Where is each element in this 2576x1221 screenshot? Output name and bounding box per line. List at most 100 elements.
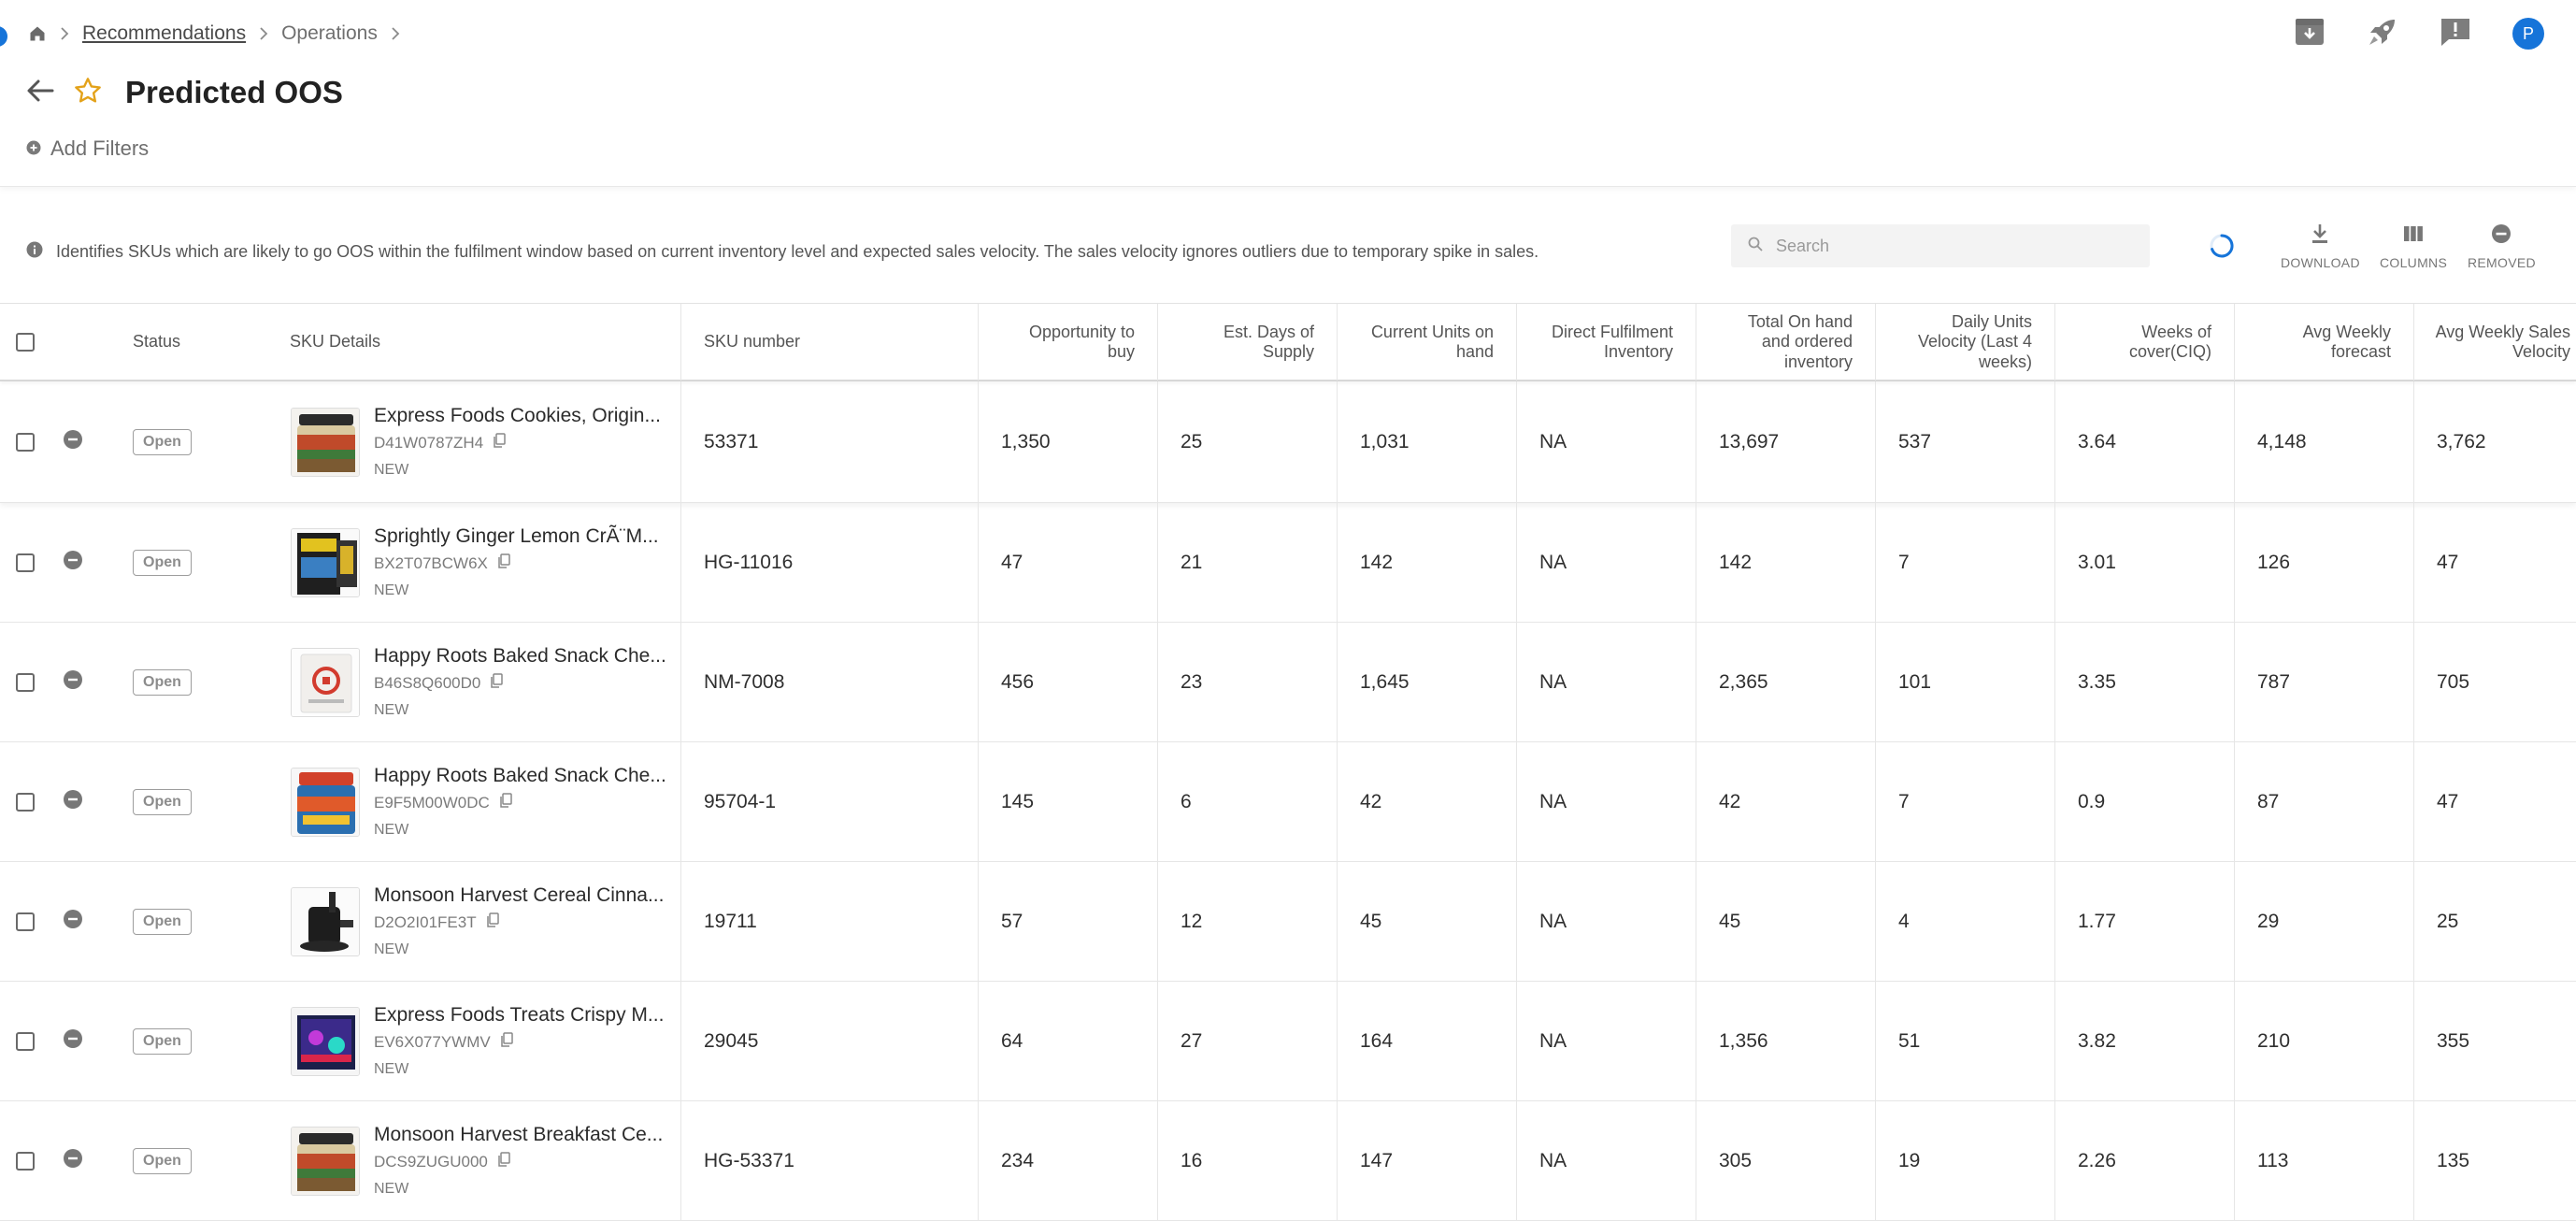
table-row[interactable]: Open Happy Roots Baked Snack Che... B46S… [0, 623, 2576, 742]
product-thumbnail-tank[interactable] [291, 1006, 360, 1076]
header-current-units[interactable]: Current Units on hand [1337, 304, 1516, 381]
header-avg-sales-velocity[interactable]: Avg Weekly Sales Velocity [2413, 304, 2576, 381]
removed-label: REMOVED [2468, 255, 2536, 270]
sku-tag: NEW [374, 462, 409, 478]
table-row[interactable]: Open Monsoon Harvest Cereal Cinna... D2O… [0, 862, 2576, 982]
info-message: Identifies SKUs which are likely to go O… [26, 241, 1538, 263]
star-icon[interactable] [73, 76, 103, 110]
search-input[interactable] [1776, 236, 2112, 256]
search-box[interactable] [1731, 224, 2150, 267]
current-units-cell: 164 [1337, 982, 1516, 1100]
add-filters-label: Add Filters [50, 136, 150, 160]
header-status[interactable]: Status [133, 304, 180, 381]
sku-name[interactable]: Express Foods Treats Crispy M... [374, 1004, 664, 1027]
product-thumbnail-white-pack[interactable] [291, 647, 360, 717]
header-actions: P [2294, 15, 2544, 52]
removed-button[interactable]: REMOVED [2468, 223, 2536, 270]
table-body: Open Express Foods Cookies, Origin... D4… [0, 381, 2576, 1221]
rocket-icon[interactable] [2367, 16, 2398, 52]
header-sku-number[interactable]: SKU number [680, 304, 978, 381]
header-direct-fulfilment[interactable]: Direct Fulfilment Inventory [1516, 304, 1696, 381]
copy-icon[interactable] [490, 673, 504, 693]
sku-details-cell: Express Foods Treats Crispy M... EV6X077… [0, 982, 680, 1100]
weeks-cover-cell: 3.35 [2054, 623, 2234, 741]
sku-name[interactable]: Sprightly Ginger Lemon CrÃ¨M... [374, 525, 659, 548]
sku-name[interactable]: Happy Roots Baked Snack Che... [374, 645, 666, 668]
search-icon [1748, 237, 1763, 256]
title-row: Predicted OOS [26, 71, 343, 114]
avg-forecast-cell: 113 [2234, 1101, 2413, 1220]
download-button[interactable]: DOWNLOAD [2281, 223, 2360, 270]
table-row[interactable]: Open Monsoon Harvest Breakfast Ce... DCS… [0, 1101, 2576, 1221]
est-days-cell: 12 [1157, 862, 1337, 981]
total-on-hand-cell: 305 [1696, 1101, 1875, 1220]
sku-number-cell: 95704-1 [680, 742, 978, 861]
chevron-right-icon [60, 26, 69, 41]
est-days-cell: 27 [1157, 982, 1337, 1100]
opportunity-cell: 234 [978, 1101, 1157, 1220]
feedback-icon[interactable] [2440, 17, 2471, 51]
chevron-right-icon [259, 26, 268, 41]
select-all-cell [16, 304, 35, 381]
product-thumbnail-jar[interactable] [291, 407, 360, 477]
sku-info: Express Foods Treats Crispy M... EV6X077… [374, 982, 664, 1100]
table-toolbar: Identifies SKUs which are likely to go O… [0, 206, 2576, 303]
copy-icon[interactable] [497, 553, 510, 573]
sku-tag: NEW [374, 1061, 409, 1077]
product-thumbnail-can[interactable] [291, 767, 360, 837]
opportunity-cell: 57 [978, 862, 1157, 981]
copy-icon[interactable] [500, 1032, 513, 1052]
daily-velocity-cell: 101 [1875, 623, 2054, 741]
copy-icon[interactable] [499, 793, 512, 812]
columns-icon [2403, 223, 2424, 248]
avg-forecast-cell: 87 [2234, 742, 2413, 861]
copy-icon[interactable] [486, 912, 499, 932]
header-opportunity[interactable]: Opportunity to buy [978, 304, 1157, 381]
info-text: Identifies SKUs which are likely to go O… [56, 242, 1539, 261]
daily-velocity-cell: 7 [1875, 742, 2054, 861]
recommendations-table: Status SKU Details SKU number Opportunit… [0, 303, 2576, 1221]
direct-fulfilment-cell: NA [1516, 1101, 1696, 1220]
header-total-on-hand[interactable]: Total On hand and ordered inventory [1696, 304, 1875, 381]
table-row[interactable]: Open Express Foods Cookies, Origin... D4… [0, 381, 2576, 503]
sku-name[interactable]: Express Foods Cookies, Origin... [374, 405, 661, 427]
table-row[interactable]: Open Express Foods Treats Crispy M... EV… [0, 982, 2576, 1101]
back-arrow-icon[interactable] [26, 79, 54, 108]
est-days-cell: 6 [1157, 742, 1337, 861]
side-panel-toggle[interactable] [0, 26, 7, 47]
product-thumbnail-jar[interactable] [291, 1126, 360, 1196]
copy-icon[interactable] [493, 433, 506, 452]
sku-name[interactable]: Monsoon Harvest Cereal Cinna... [374, 884, 664, 907]
columns-button[interactable]: COLUMNS [2380, 223, 2447, 270]
table-header: Status SKU Details SKU number Opportunit… [0, 303, 2576, 381]
header-weeks-cover[interactable]: Weeks of cover(CIQ) [2054, 304, 2234, 381]
sku-tag: NEW [374, 1181, 409, 1197]
sku-name[interactable]: Happy Roots Baked Snack Che... [374, 765, 666, 787]
daily-velocity-cell: 19 [1875, 1101, 2054, 1220]
header-est-days[interactable]: Est. Days of Supply [1157, 304, 1337, 381]
avg-forecast-cell: 29 [2234, 862, 2413, 981]
add-filters-button[interactable]: Add Filters [26, 135, 149, 163]
sku-name[interactable]: Monsoon Harvest Breakfast Ce... [374, 1124, 663, 1146]
breadcrumb-recommendations[interactable]: Recommendations [82, 22, 246, 45]
select-all-checkbox[interactable] [16, 333, 35, 352]
table-row[interactable]: Open Happy Roots Baked Snack Che... E9F5… [0, 742, 2576, 862]
total-on-hand-cell: 142 [1696, 503, 1875, 622]
header-avg-forecast[interactable]: Avg Weekly forecast [2234, 304, 2413, 381]
sku-info: Monsoon Harvest Breakfast Ce... DCS9ZUGU… [374, 1101, 663, 1220]
header-sku-details[interactable]: SKU Details [290, 304, 380, 381]
archive-icon[interactable] [2294, 17, 2326, 51]
header-daily-velocity[interactable]: Daily Units Velocity (Last 4 weeks) [1875, 304, 2054, 381]
sku-number-cell: 29045 [680, 982, 978, 1100]
total-on-hand-cell: 45 [1696, 862, 1875, 981]
avatar[interactable]: P [2512, 18, 2544, 50]
avg-forecast-cell: 210 [2234, 982, 2413, 1100]
copy-icon[interactable] [497, 1152, 510, 1171]
sku-id-row: D41W0787ZH4 [374, 433, 661, 452]
home-icon[interactable] [28, 24, 47, 43]
weeks-cover-cell: 3.82 [2054, 982, 2234, 1100]
columns-label: COLUMNS [2380, 255, 2448, 270]
table-row[interactable]: Open Sprightly Ginger Lemon CrÃ¨M... BX2… [0, 503, 2576, 623]
product-thumbnail-box-dark[interactable] [291, 527, 360, 597]
product-thumbnail-pump[interactable] [291, 886, 360, 956]
